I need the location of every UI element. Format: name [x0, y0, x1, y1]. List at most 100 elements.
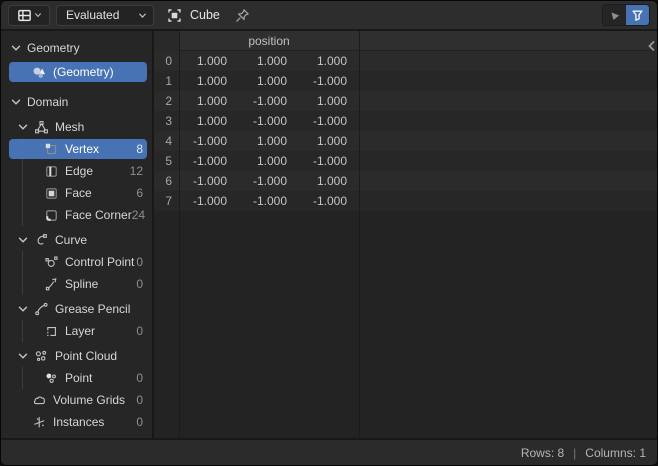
sidebar-item-point[interactable]: Point 0: [1, 367, 152, 389]
point-icon: [44, 371, 59, 386]
sidebar-item-mesh[interactable]: Mesh: [1, 116, 152, 138]
spline-icon: [44, 277, 59, 292]
pin-icon: [235, 8, 250, 23]
sidebar-item-label: (Geometry): [53, 65, 114, 79]
domain-count: 0: [136, 393, 143, 407]
sidebar-item-spline[interactable]: Spline 0: [1, 273, 152, 295]
row-filler: [359, 51, 657, 71]
object-data-icon: [167, 8, 182, 23]
filter-toggle-button[interactable]: [626, 5, 649, 25]
face-corner-icon: [44, 208, 59, 223]
sidebar-item-geometry[interactable]: Geometry: [1, 37, 152, 59]
position-value-cell: 1.000: [316, 134, 347, 148]
position-value-cell: -1.000: [312, 114, 347, 128]
table-row: 6 -1.000 -1.000 1.000: [154, 171, 657, 191]
position-value-cell: -1.000: [252, 174, 287, 188]
chevron-left-icon[interactable]: [647, 40, 656, 52]
row-index: 0: [165, 54, 172, 68]
row-index: 7: [165, 194, 172, 208]
sidebar-item-label: Curve: [55, 233, 88, 247]
point-cloud-icon: [34, 349, 49, 364]
position-value-cell: -1.000: [312, 74, 347, 88]
row-filler: [359, 191, 657, 211]
chevron-down-icon[interactable]: [18, 351, 28, 361]
position-value-cell: 1.000: [256, 54, 287, 68]
table-row: 7 -1.000 -1.000 -1.000: [154, 191, 657, 211]
volume-grids-icon: [32, 393, 47, 408]
sidebar-item-label: Layer: [65, 324, 96, 338]
spreadsheet-grid-icon: [17, 8, 32, 23]
data-source-dropdown[interactable]: Evaluated: [56, 4, 154, 26]
spreadsheet-header: Evaluated Cube: [1, 1, 657, 31]
domain-count: 24: [131, 208, 146, 222]
sidebar-item-label: Face: [65, 186, 92, 200]
position-value-cell: 1.000: [316, 54, 347, 68]
editor-type-button[interactable]: [8, 4, 50, 26]
status-separator: |: [573, 445, 577, 460]
position-value-cell: -1.000: [192, 194, 227, 208]
sidebar-item-edge[interactable]: Edge 12: [1, 160, 152, 182]
sidebar-item-label: Domain: [27, 95, 69, 109]
domain-count: 0: [136, 277, 143, 291]
position-value-cell: 1.000: [256, 134, 287, 148]
edge-icon: [44, 164, 59, 179]
rows-count-label: Rows: 8: [520, 445, 565, 460]
sidebar-item-point-cloud[interactable]: Point Cloud: [1, 345, 152, 367]
panel-arrow-button[interactable]: [603, 5, 626, 25]
chevron-down-icon[interactable]: [18, 304, 28, 314]
sidebar-item-label: Mesh: [55, 120, 85, 134]
column-header-position[interactable]: position: [179, 31, 359, 51]
position-value-cell: -1.000: [192, 134, 227, 148]
position-value-cell: -1.000: [192, 154, 227, 168]
table-row: 0 1.000 1.000 1.000: [154, 51, 657, 71]
sidebar-item-vertex[interactable]: Vertex 8: [1, 138, 152, 160]
row-index: 4: [165, 134, 172, 148]
domain-count: 0: [136, 415, 143, 429]
sidebar-item-face[interactable]: Face 6: [1, 182, 152, 204]
chevron-down-icon[interactable]: [18, 122, 28, 132]
row-index: 2: [165, 94, 172, 108]
columns-count-label: Columns: 1: [585, 445, 646, 460]
sidebar-item-geometry[interactable]: (Geometry): [1, 61, 152, 83]
row-filler: [359, 71, 657, 91]
row-index: 3: [165, 114, 172, 128]
position-value-cell: -1.000: [192, 174, 227, 188]
position-value-cell: 1.000: [196, 94, 227, 108]
header-left-controls: Evaluated Cube: [8, 4, 250, 26]
grease-pencil-icon: [34, 302, 49, 317]
chevron-down-icon[interactable]: [11, 43, 21, 53]
vertex-icon: [44, 142, 59, 157]
sidebar-item-volume-grids[interactable]: Volume Grids 0: [1, 389, 152, 411]
column-separator: [179, 31, 180, 438]
sidebar-item-label: Instances: [53, 415, 105, 429]
chevron-down-icon[interactable]: [11, 97, 21, 107]
filter-funnel-icon: [631, 9, 644, 22]
row-filler: [359, 151, 657, 171]
editor-body: Geometry (Geometry) Domain Mesh Vertex 8 Edge 1…: [1, 31, 657, 438]
position-value-cell: -1.000: [252, 114, 287, 128]
table-row: 2 1.000 -1.000 1.000: [154, 91, 657, 111]
sidebar-item-grease-pencil[interactable]: Grease Pencil: [1, 298, 152, 320]
sidebar-item-layer[interactable]: Layer 0: [1, 320, 152, 342]
table-row: 4 -1.000 1.000 1.000: [154, 131, 657, 151]
sidebar-item-label: Control Point: [65, 255, 135, 269]
position-value-cell: 1.000: [316, 94, 347, 108]
row-index: 1: [165, 74, 172, 88]
table-row: 5 -1.000 1.000 -1.000: [154, 151, 657, 171]
sidebar-item-face-corner[interactable]: Face Corner 24: [1, 204, 152, 226]
layer-icon: [44, 324, 59, 339]
domain-count: 12: [129, 164, 143, 178]
table-row: 3 1.000 -1.000 -1.000: [154, 111, 657, 131]
domain-count: 8: [136, 142, 143, 156]
sidebar-item-domain[interactable]: Domain: [1, 91, 152, 113]
sidebar-item-curve[interactable]: Curve: [1, 229, 152, 251]
position-value-cell: 1.000: [196, 54, 227, 68]
column-separator: [359, 31, 360, 438]
sidebar-item-control-point[interactable]: Control Point 0: [1, 251, 152, 273]
row-index: 6: [165, 174, 172, 188]
chevron-down-icon[interactable]: [18, 235, 28, 245]
domain-count: 6: [136, 186, 143, 200]
sidebar-item-instances[interactable]: Instances 0: [1, 411, 152, 433]
sidebar-item-label: Grease Pencil: [55, 302, 131, 316]
pin-button[interactable]: [235, 8, 250, 23]
